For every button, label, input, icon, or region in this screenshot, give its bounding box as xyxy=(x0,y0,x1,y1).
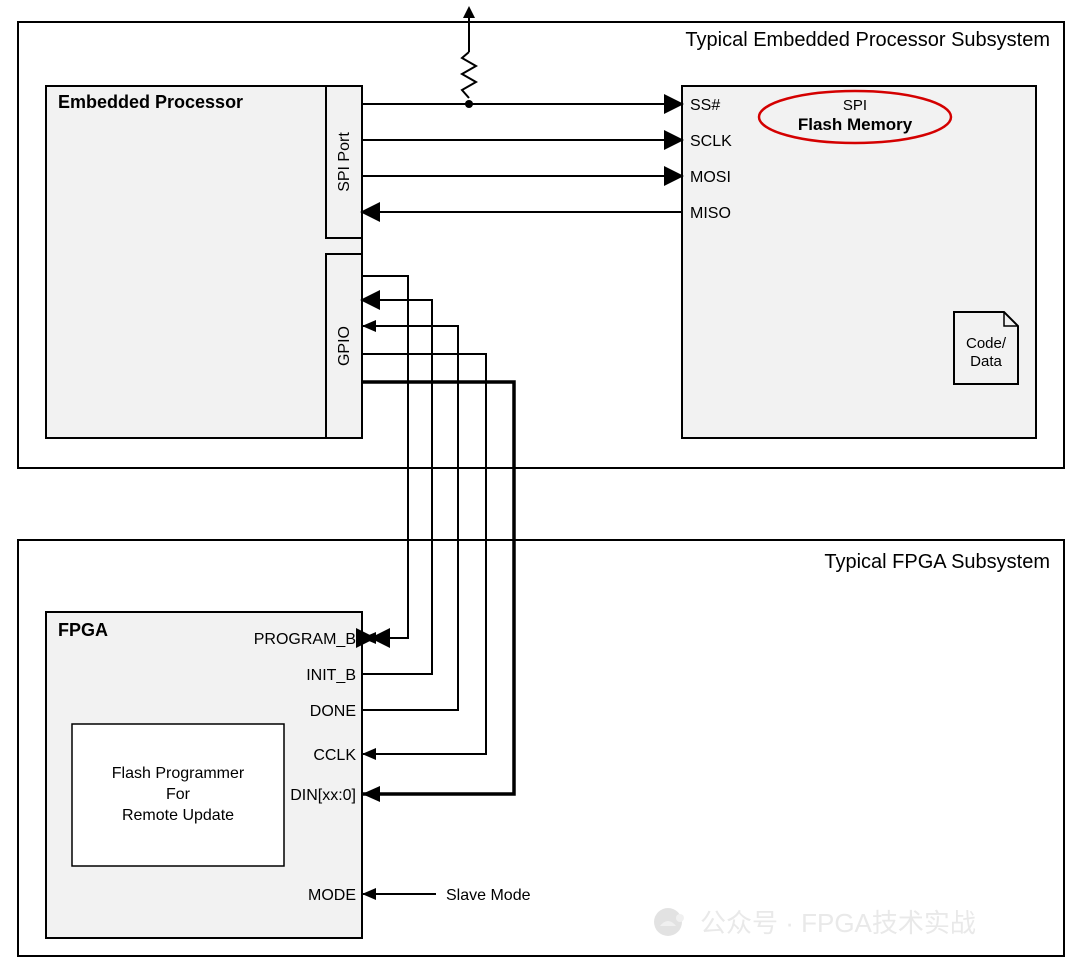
code-data-doc-icon: Code/ Data xyxy=(954,312,1018,384)
programb-label: PROGRAM_B xyxy=(254,631,356,648)
watermark-text: 公众号 · FPGA技术实战 xyxy=(700,908,976,938)
diagram-stage: Typical Embedded Processor Subsystem Emb… xyxy=(0,0,1080,974)
gpio-label: GPIO xyxy=(336,326,353,366)
fpga-title: FPGA xyxy=(58,620,108,640)
mode-label: MODE xyxy=(308,887,356,904)
programb-wire xyxy=(362,276,408,638)
initb-label: INIT_B xyxy=(306,667,356,684)
flash-memory-box xyxy=(682,86,1036,438)
cclk-wire xyxy=(362,354,486,754)
ss-label: SS# xyxy=(690,97,720,114)
sclk-label: SCLK xyxy=(690,133,732,150)
din-label: DIN[xx:0] xyxy=(290,787,356,804)
bottom-subsystem-title: Typical FPGA Subsystem xyxy=(824,551,1050,573)
fp-line2: For xyxy=(166,786,191,803)
initb-wire xyxy=(362,300,432,674)
fp-line3: Remote Update xyxy=(122,807,234,824)
spi-port-label: SPI Port xyxy=(336,132,353,192)
din-wire xyxy=(362,382,514,794)
watermark: 公众号 · FPGA技术实战 xyxy=(654,908,976,938)
flash-label-bold: Flash Memory xyxy=(798,115,913,134)
mosi-label: MOSI xyxy=(690,169,731,186)
embedded-processor-title: Embedded Processor xyxy=(58,92,243,112)
fp-line1: Flash Programmer xyxy=(112,765,245,782)
diagram-svg: Typical Embedded Processor Subsystem Emb… xyxy=(0,0,1080,974)
embedded-processor-box xyxy=(46,86,362,438)
done-label: DONE xyxy=(310,703,356,720)
miso-label: MISO xyxy=(690,205,731,222)
flash-label-top: SPI xyxy=(843,97,867,114)
cclk-label: CCLK xyxy=(313,747,356,764)
doc-line1: Code/ xyxy=(966,335,1007,352)
slave-mode-label: Slave Mode xyxy=(446,887,531,904)
doc-line2: Data xyxy=(970,353,1002,370)
top-subsystem-title: Typical Embedded Processor Subsystem xyxy=(685,29,1050,51)
